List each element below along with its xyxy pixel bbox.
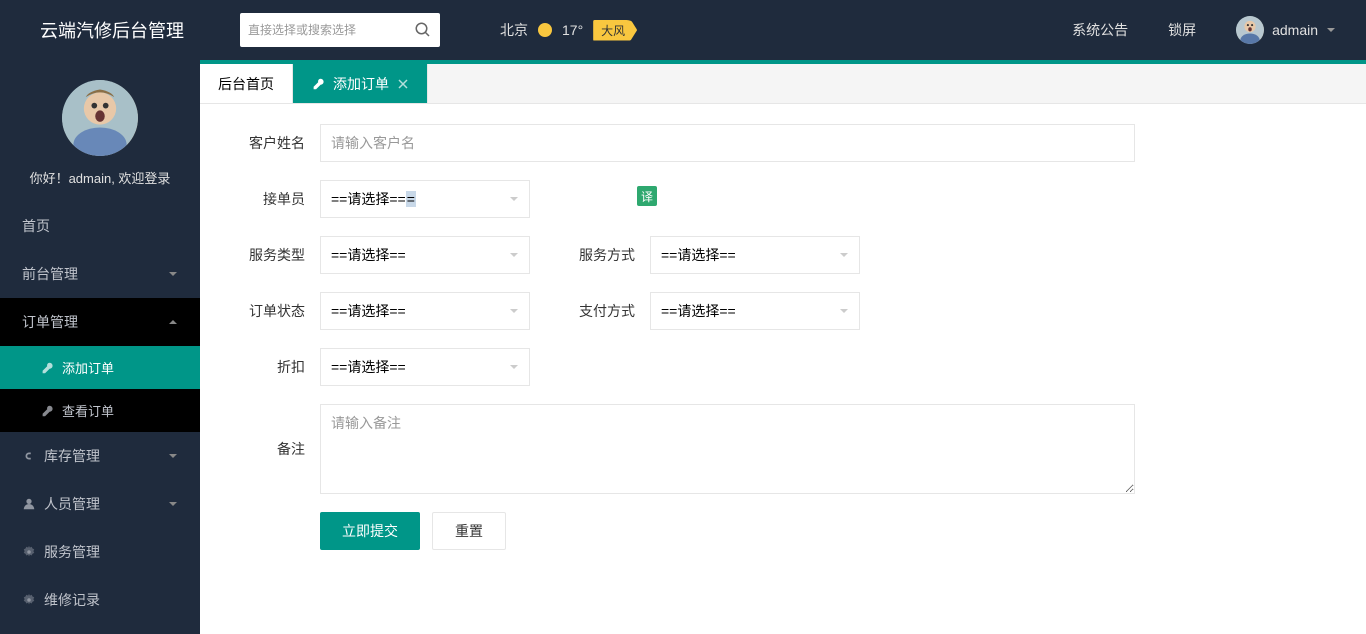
gear-icon — [22, 593, 36, 607]
chevron-down-icon — [1326, 25, 1336, 35]
tab-add-order[interactable]: 添加订单 — [293, 64, 428, 103]
weather-widget: 北京 17° 大风 — [500, 20, 637, 41]
sidebar-subitem-view-order[interactable]: 查看订单 — [0, 389, 200, 432]
service-method-select[interactable]: ==请选择== — [650, 236, 860, 274]
wrench-icon — [40, 361, 54, 375]
sidebar-item-frontdesk[interactable]: 前台管理 — [0, 250, 200, 298]
service-type-label: 服务类型 — [230, 245, 320, 265]
sidebar-item-staff[interactable]: 人员管理 — [0, 480, 200, 528]
form-area: 译 客户姓名 接单员 ==请选择=== — [200, 104, 1366, 634]
discount-label: 折扣 — [230, 357, 320, 377]
sidebar-item-inventory[interactable]: 库存管理 — [0, 432, 200, 480]
translate-badge[interactable]: 译 — [637, 186, 657, 206]
service-method-label: 服务方式 — [560, 245, 650, 265]
receiver-label: 接单员 — [230, 189, 320, 209]
search-input[interactable] — [248, 23, 414, 37]
receiver-select[interactable]: ==请选择=== — [320, 180, 530, 218]
remark-label: 备注 — [230, 439, 320, 459]
order-status-select[interactable]: ==请选择== — [320, 292, 530, 330]
wrench-icon — [311, 77, 325, 91]
customer-input[interactable] — [320, 124, 1135, 162]
tab-bar: 后台首页 添加订单 — [200, 64, 1366, 104]
sidebar-item-repair-log[interactable]: 维修记录 — [0, 576, 200, 624]
welcome-text: 你好！admain, 欢迎登录 — [0, 168, 200, 187]
chevron-down-icon — [509, 250, 519, 260]
user-panel: 你好！admain, 欢迎登录 — [0, 60, 200, 202]
chevron-down-icon — [509, 194, 519, 204]
discount-select[interactable]: ==请选择== — [320, 348, 530, 386]
main-content: 后台首页 添加订单 译 客户姓名 接单员 — [200, 60, 1366, 634]
chevron-up-icon — [168, 317, 178, 327]
lock-screen-link[interactable]: 锁屏 — [1168, 20, 1196, 40]
customer-label: 客户姓名 — [230, 133, 320, 153]
chevron-down-icon — [839, 306, 849, 316]
announcement-link[interactable]: 系统公告 — [1072, 20, 1128, 40]
payment-select[interactable]: ==请选择== — [650, 292, 860, 330]
chevron-down-icon — [168, 269, 178, 279]
sun-icon — [538, 23, 552, 37]
weather-temp: 17° — [562, 22, 583, 38]
chevron-down-icon — [168, 499, 178, 509]
people-icon — [22, 497, 36, 511]
weather-city: 北京 — [500, 20, 528, 40]
link-icon — [22, 449, 36, 463]
sidebar: 你好！admain, 欢迎登录 首页 前台管理 订单管理 添加订单 查看订单 — [0, 60, 200, 634]
chevron-down-icon — [509, 306, 519, 316]
chevron-down-icon — [168, 451, 178, 461]
remark-textarea[interactable] — [320, 404, 1135, 494]
sidebar-item-home[interactable]: 首页 — [0, 202, 200, 250]
sidebar-subitem-add-order[interactable]: 添加订单 — [0, 346, 200, 389]
avatar-small — [1236, 16, 1264, 44]
avatar-large — [62, 80, 138, 156]
reset-button[interactable]: 重置 — [432, 512, 506, 550]
payment-label: 支付方式 — [560, 301, 650, 321]
username: admain — [1272, 22, 1318, 38]
close-icon[interactable] — [397, 78, 409, 90]
service-type-select[interactable]: ==请选择== — [320, 236, 530, 274]
sidebar-item-orders[interactable]: 订单管理 — [0, 298, 200, 346]
wrench-icon — [40, 404, 54, 418]
header: 云端汽修后台管理 北京 17° 大风 系统公告 锁屏 admain — [0, 0, 1366, 60]
tab-home[interactable]: 后台首页 — [200, 64, 293, 103]
chevron-down-icon — [509, 362, 519, 372]
order-status-label: 订单状态 — [230, 301, 320, 321]
submit-button[interactable]: 立即提交 — [320, 512, 420, 550]
search-box[interactable] — [240, 13, 440, 47]
sidebar-item-service[interactable]: 服务管理 — [0, 528, 200, 576]
wind-flag-icon: 大风 — [593, 20, 637, 41]
search-icon[interactable] — [414, 21, 432, 39]
chevron-down-icon — [839, 250, 849, 260]
gear-icon — [22, 545, 36, 559]
user-menu[interactable]: admain — [1236, 16, 1336, 44]
app-logo: 云端汽修后台管理 — [0, 17, 200, 43]
header-right: 系统公告 锁屏 admain — [1072, 16, 1366, 44]
